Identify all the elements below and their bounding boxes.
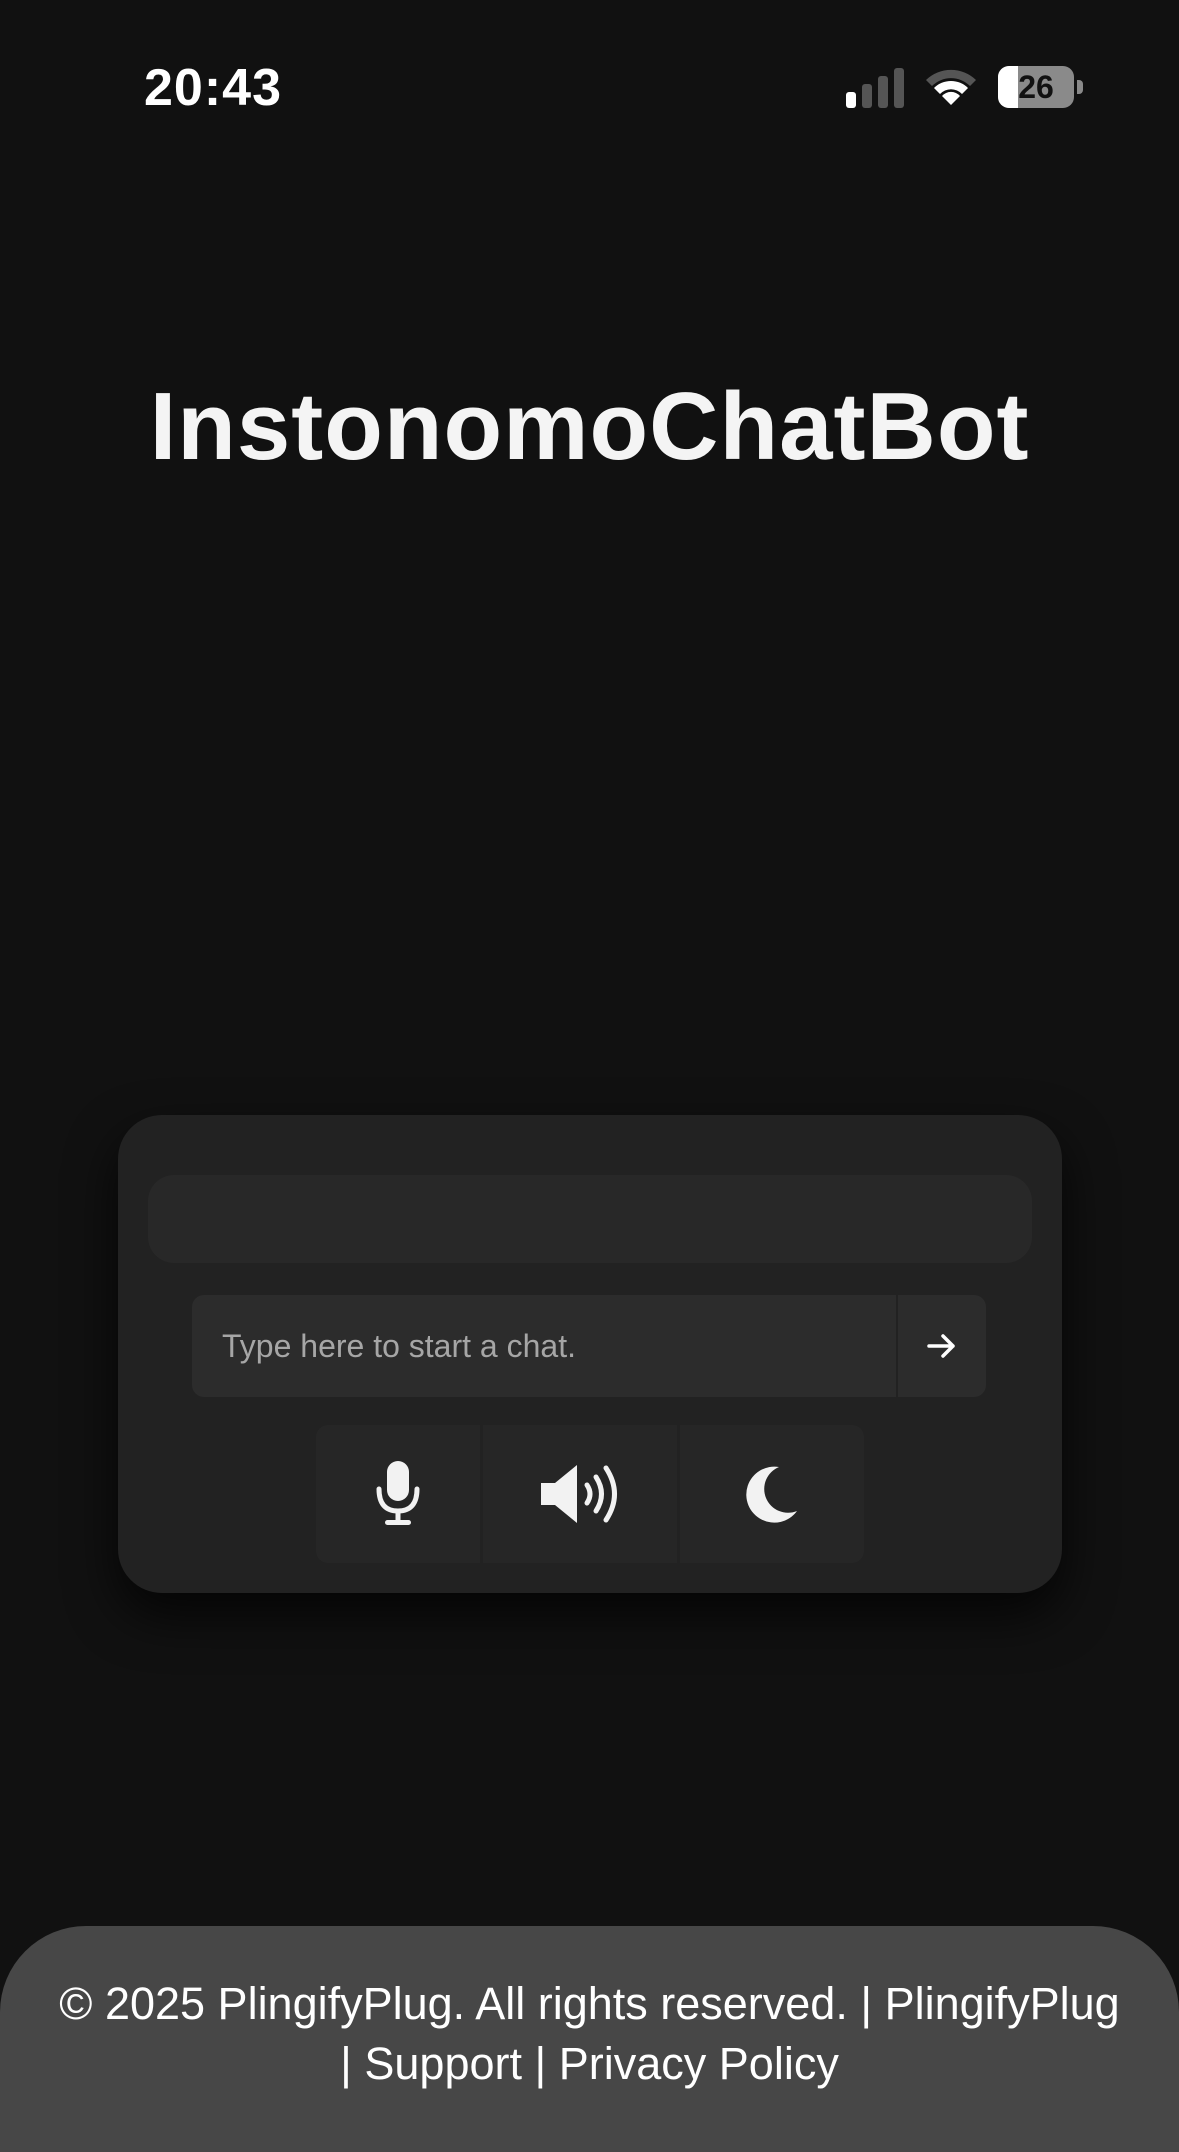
battery-body: 26 (998, 66, 1074, 108)
status-bar: 20:43 26 (0, 0, 1179, 175)
microphone-icon (376, 1461, 420, 1525)
chat-controls (316, 1425, 864, 1563)
cellular-signal-icon (846, 68, 904, 108)
battery-cap (1077, 80, 1083, 94)
app-screen: 20:43 26 InstonomoChatBot Type here to s… (0, 0, 1179, 2152)
dark-mode-button[interactable] (680, 1425, 864, 1563)
footer-copyright: © 2025 PlingifyPlug. All rights reserved… (59, 1978, 848, 2029)
footer-link-privacy-policy[interactable]: Privacy Policy (559, 2038, 839, 2089)
chat-input-row (192, 1295, 986, 1397)
chat-input[interactable] (192, 1295, 896, 1397)
status-time: 20:43 (144, 59, 282, 117)
app-title: InstonomoChatBot (149, 373, 1030, 480)
battery-level: 26 (1018, 69, 1054, 105)
footer-link-plingifyplug[interactable]: PlingifyPlug (885, 1978, 1120, 2029)
footer: © 2025 PlingifyPlug. All rights reserved… (0, 1926, 1179, 2152)
battery-icon: 26 (998, 66, 1084, 108)
moon-icon (746, 1466, 797, 1523)
footer-link-support[interactable]: Support (364, 2038, 522, 2089)
footer-separator: | (860, 1978, 873, 2029)
chat-messages-area (148, 1175, 1032, 1263)
wifi-icon (926, 69, 976, 105)
footer-separator: | (534, 2038, 547, 2089)
speaker-volume-icon (541, 1465, 617, 1523)
footer-separator: | (340, 2038, 352, 2089)
chat-card (118, 1115, 1062, 1593)
microphone-button[interactable] (316, 1425, 480, 1563)
send-button[interactable] (898, 1295, 986, 1397)
arrow-right-icon (927, 1334, 955, 1358)
speaker-button[interactable] (483, 1425, 677, 1563)
